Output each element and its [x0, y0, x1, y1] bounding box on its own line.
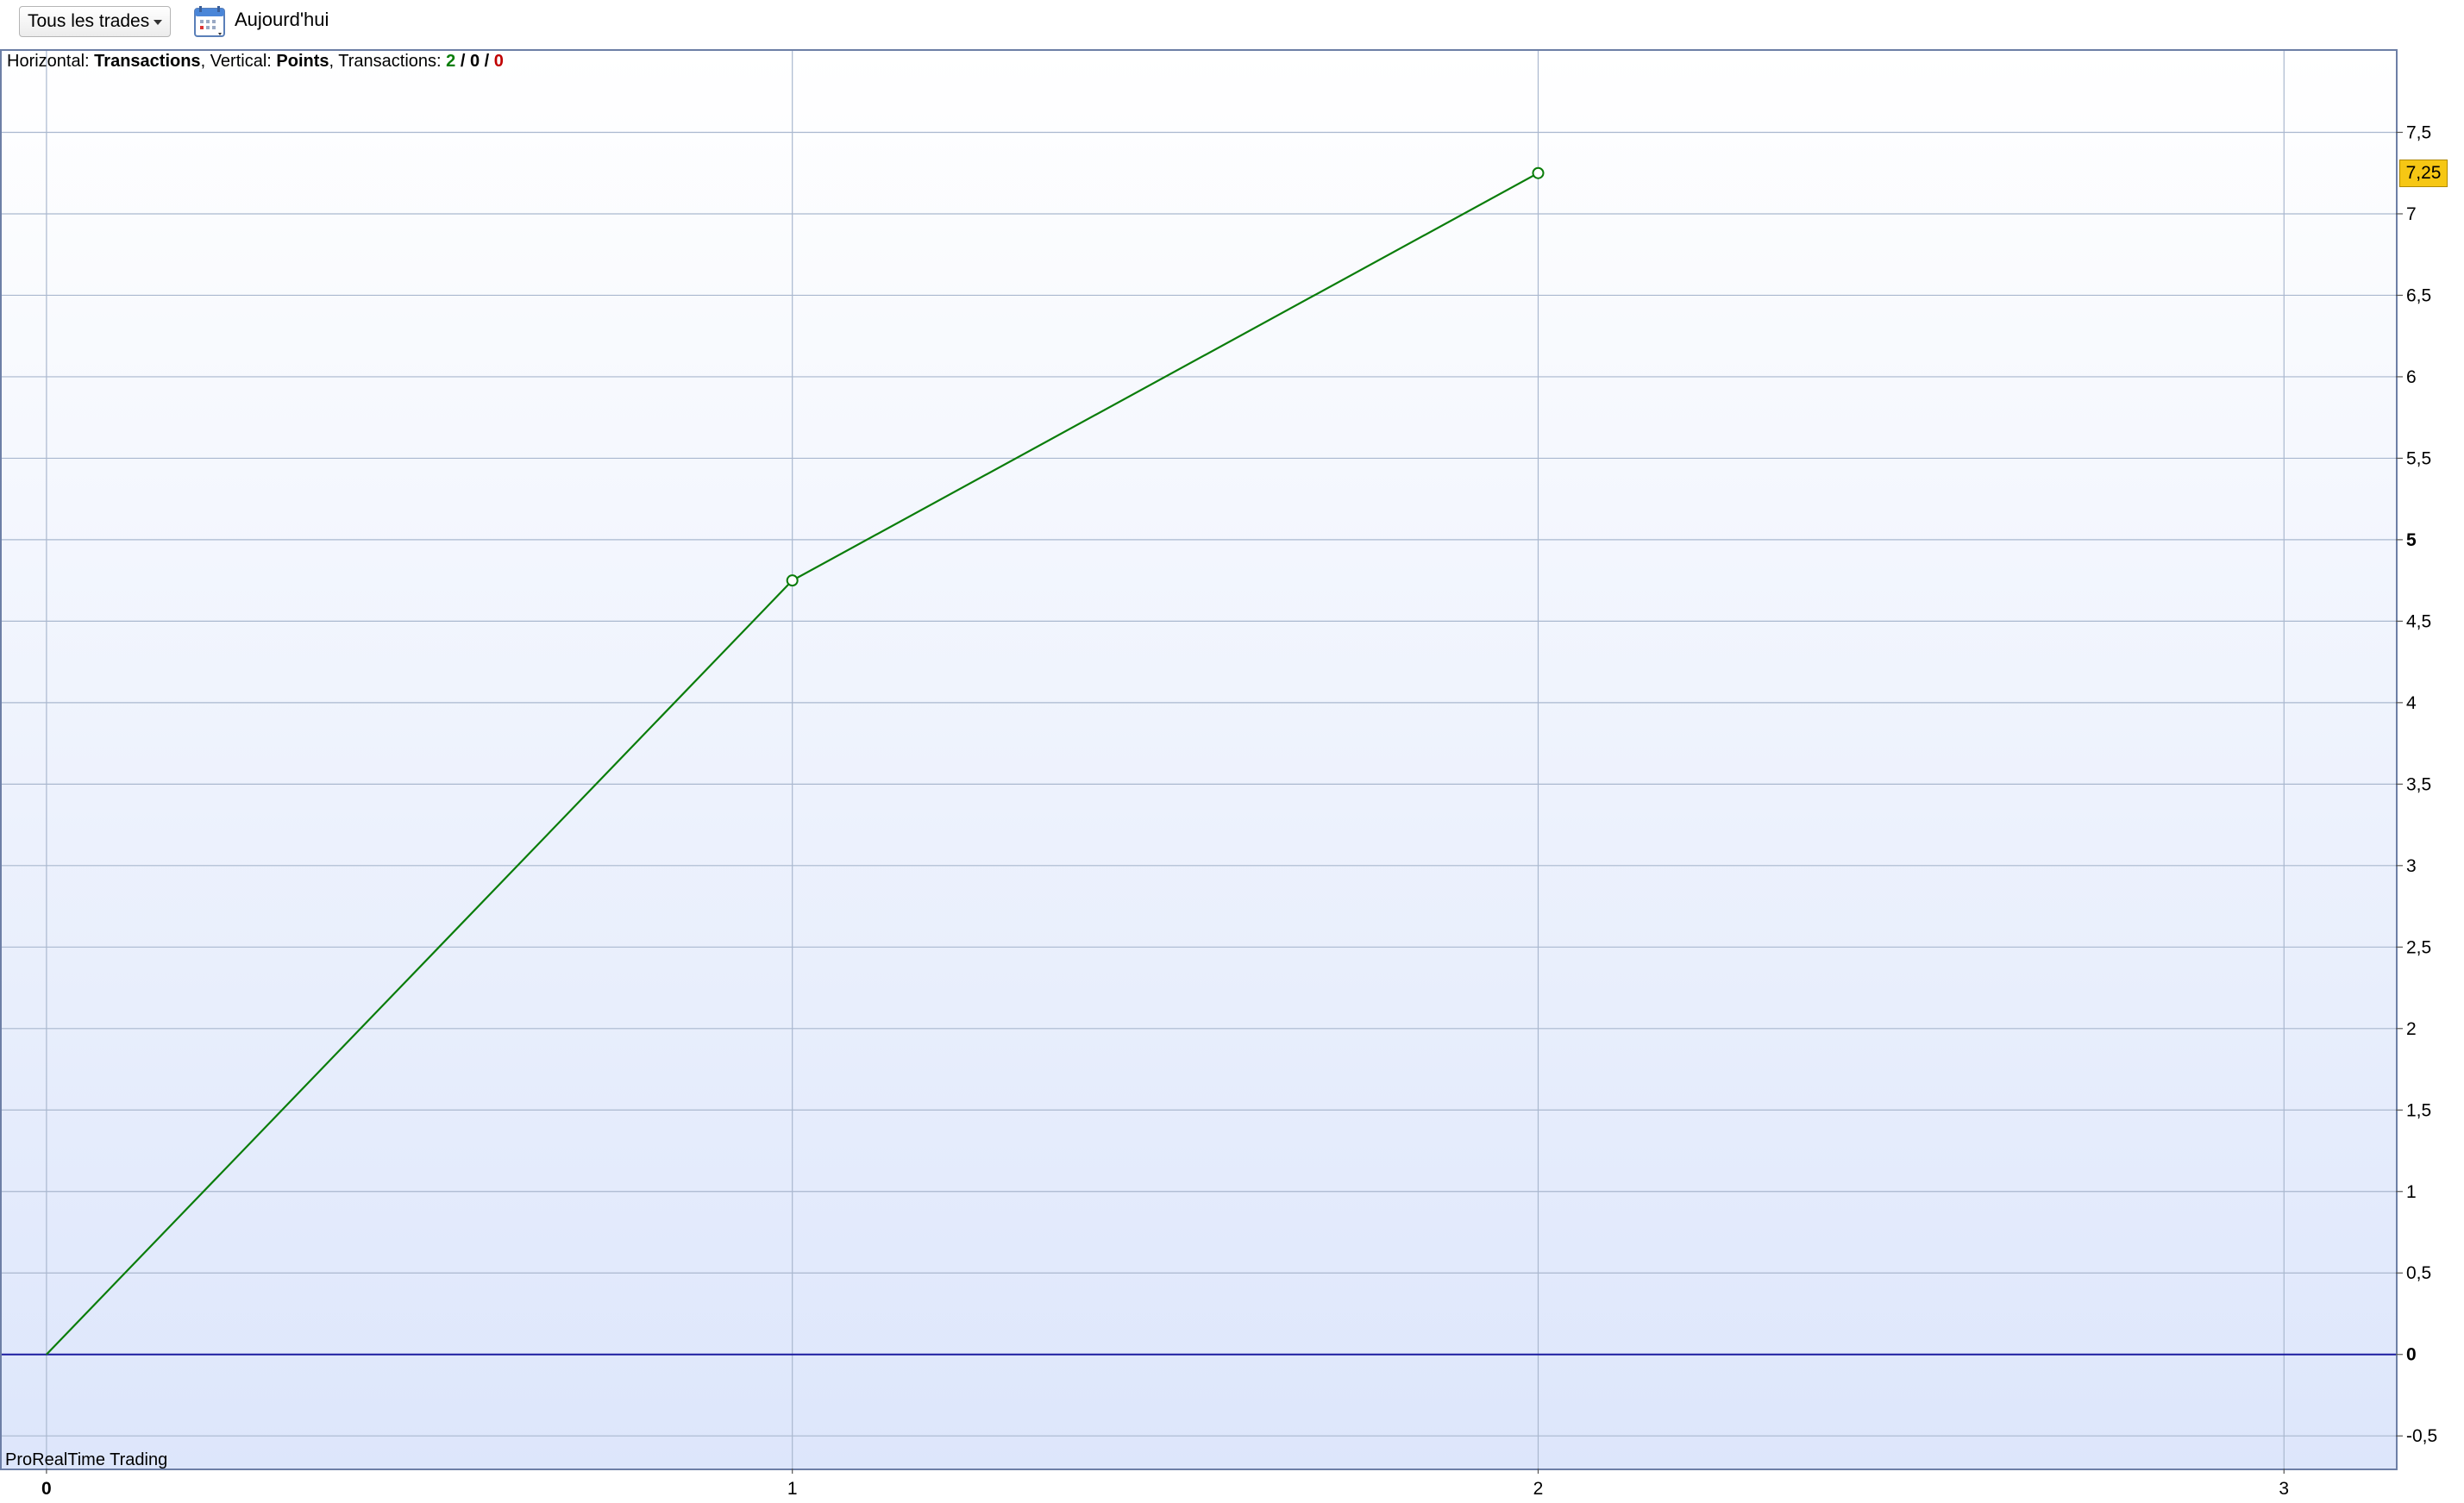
- y-tick-label: 7: [2406, 204, 2417, 224]
- y-tick-label: 7,5: [2406, 122, 2431, 142]
- y-tick-label: 2,5: [2406, 937, 2431, 957]
- transactions-label: Transactions:: [338, 52, 442, 71]
- losing-transactions-count: 0: [493, 52, 504, 71]
- watermark-label: ProRealTime Trading: [5, 1450, 168, 1469]
- y-tick-label: 4: [2406, 693, 2417, 713]
- y-tick-label: 2: [2406, 1019, 2417, 1039]
- y-tick-label: 6,5: [2406, 285, 2431, 305]
- x-tick-label: 1: [787, 1479, 798, 1499]
- y-tick-label: 1: [2406, 1182, 2417, 1202]
- y-tick-label: -0,5: [2406, 1426, 2437, 1446]
- winning-transactions-count: 2: [446, 52, 456, 71]
- data-point: [1532, 166, 1545, 179]
- chart-info-header: Horizontal: Transactions, Vertical: Poin…: [7, 52, 504, 71]
- y-tick-label: 0: [2406, 1345, 2417, 1365]
- horizontal-label: Horizontal:: [7, 52, 90, 71]
- transactions-separator: /: [460, 52, 466, 71]
- y-tick-label: 1,5: [2406, 1100, 2431, 1120]
- horizontal-value: Transactions: [94, 52, 201, 71]
- y-tick-label: 4,5: [2406, 611, 2431, 631]
- transactions-separator: /: [484, 52, 490, 71]
- vertical-value: Points: [276, 52, 329, 71]
- y-tick-label: 5: [2406, 530, 2417, 550]
- vertical-label: Vertical:: [210, 52, 272, 71]
- y-tick-label: 3,5: [2406, 774, 2431, 794]
- y-tick-label: 5,5: [2406, 448, 2431, 468]
- y-tick-label: 0,5: [2406, 1263, 2431, 1283]
- equity-curve-chart: -0,5 0 0,5 1 1,5 2 2,5 3 3,5 4 4,5 5 5,5 6 6,5 7 7,5 0 1 2 3: [2, 51, 2437, 1499]
- y-tick-label: 3: [2406, 856, 2417, 876]
- current-value-badge: 7,25: [2399, 159, 2448, 187]
- data-point: [786, 574, 799, 587]
- y-tick-label: 6: [2406, 367, 2417, 387]
- x-tick-label: 2: [1533, 1479, 1544, 1499]
- x-tick-label: 3: [2279, 1479, 2289, 1499]
- x-tick-label: 0: [41, 1479, 52, 1499]
- neutral-transactions-count: 0: [469, 52, 480, 71]
